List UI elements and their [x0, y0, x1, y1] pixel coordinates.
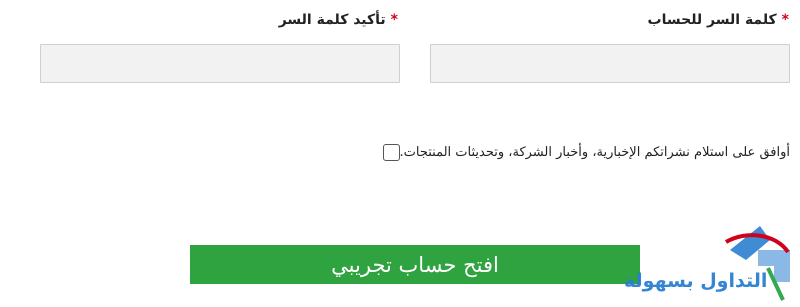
password-label-text: كلمة السر للحساب — [647, 12, 777, 28]
required-asterisk: * — [390, 12, 398, 28]
password-field[interactable] — [430, 44, 790, 83]
password-label: *كلمة السر للحساب — [648, 12, 789, 28]
newsletter-consent-checkbox[interactable] — [382, 143, 400, 161]
confirm-password-field[interactable] — [40, 44, 400, 83]
brand-logo-icon — [724, 226, 790, 301]
open-demo-account-button[interactable]: افتح حساب تجريبي — [190, 245, 640, 284]
brand-watermark: التداول بسهولة — [618, 222, 800, 307]
confirm-password-label: *تأكيد كلمة السر — [279, 12, 398, 28]
brand-watermark-text: التداول بسهولة — [624, 270, 768, 292]
open-demo-account-button-label: افتح حساب تجريبي — [331, 252, 499, 277]
newsletter-consent-label[interactable]: أوافق على استلام نشراتكم الإخبارية، وأخب… — [400, 145, 791, 160]
confirm-password-label-text: تأكيد كلمة السر — [278, 12, 386, 28]
required-asterisk: * — [781, 12, 789, 28]
newsletter-consent-row: أوافق على استلام نشراتكم الإخبارية، وأخب… — [373, 141, 791, 163]
